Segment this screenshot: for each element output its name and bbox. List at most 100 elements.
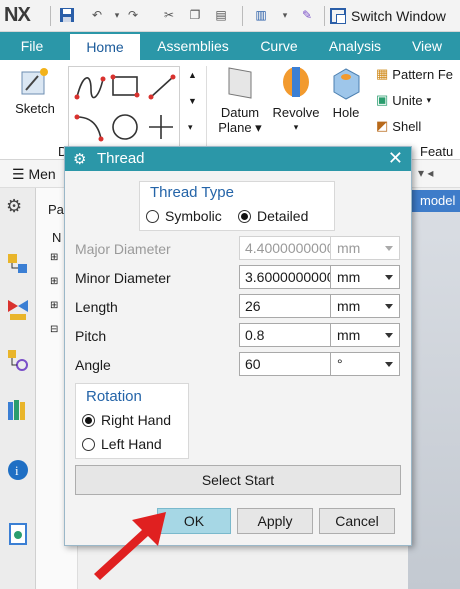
switch-window-icon [330,8,346,24]
sketch-label: Sketch [15,101,55,116]
dialog-title: Thread [97,150,145,167]
thread-dialog: ⚙ Thread ✕ Thread Type Symbolic Detailed… [64,146,412,546]
line-icon [148,74,176,100]
gallery-more-icon[interactable]: ▾ [188,122,193,133]
close-icon[interactable]: ✕ [388,148,403,169]
pattern-feature-button[interactable]: ▦ Pattern Fe [376,66,453,82]
separator [242,6,243,26]
major-diameter-input: 4.4000000000000 [239,236,331,260]
nx-logo: NX [4,4,31,26]
tab-home[interactable]: Home [70,34,140,62]
pitch-unit-select[interactable]: mm [330,323,400,347]
cut-icon[interactable]: ✂ [160,6,178,24]
redo-icon[interactable]: ↷ [124,6,142,24]
unite-button[interactable]: ▣ Unite ▾ [376,92,431,108]
part-navigator-icon[interactable] [6,348,30,372]
unite-dropdown-icon[interactable]: ▾ [427,95,432,106]
copy-icon[interactable]: ❐ [186,6,204,24]
gallery-scroll-up-icon[interactable]: ▲ [188,70,197,80]
point-icon [149,115,173,139]
hole-icon [333,68,360,100]
undo-icon[interactable]: ↶ [88,6,106,24]
symbolic-radio[interactable]: Symbolic [146,208,222,224]
graphics-window[interactable] [408,212,460,589]
major-diameter-unit-select: mm [330,236,400,260]
dialog-title-bar[interactable]: ⚙ Thread ✕ [65,147,411,171]
length-label: Length [75,299,118,315]
angle-input[interactable]: 60 [239,352,331,376]
right-hand-radio[interactable]: Right Hand [82,412,171,428]
shell-icon: ◩ [376,118,389,133]
menu-button[interactable]: ☰ Men [12,166,56,183]
cancel-button[interactable]: Cancel [319,508,395,534]
revolve-dropdown-icon[interactable]: ▾ [270,120,322,135]
left-hand-radio-dot [82,437,95,451]
rotation-title: Rotation [86,388,142,405]
unite-icon: ▣ [376,92,389,107]
switch-window-button[interactable]: Switch Window [330,4,446,28]
angle-unit: ° [337,356,343,372]
tab-assemblies[interactable]: Assemblies [146,32,240,60]
length-unit-select[interactable]: mm [330,294,400,318]
hole-button[interactable]: Hole [326,64,366,120]
resource-bar-settings-icon[interactable]: ⚙ [6,196,30,220]
tree-expand-icon[interactable]: ⊞ [50,252,58,263]
chevron-down-icon [385,275,393,280]
left-hand-radio[interactable]: Left Hand [82,436,162,452]
detailed-radio[interactable]: Detailed [238,208,308,224]
dialog-settings-icon[interactable]: ⚙ [73,150,86,168]
tab-analysis[interactable]: Analysis [318,32,392,60]
unite-label: Unite [392,92,423,108]
chevron-down-icon [385,246,393,251]
svg-text:i: i [15,463,19,478]
reuse-library-icon[interactable] [6,398,30,422]
apply-button[interactable]: Apply [237,508,313,534]
ribbon-tab-bar: File Home Assemblies Curve Analysis View [0,32,460,62]
datum-plane-button[interactable]: Datum Plane ▾ [214,64,266,135]
minor-diameter-unit-select[interactable]: mm [330,265,400,289]
customize-dropdown-icon[interactable]: ▾ [276,6,294,24]
angle-label: Angle [75,357,111,373]
ribbon: Sketch ▲ ▼ ▾ D Datum Plane ▾ Revolve ▾ H… [0,60,460,160]
web-browser-icon[interactable]: i [6,458,30,482]
revolve-label: Revolve [272,105,320,120]
tree-collapse-icon[interactable]: ⊟ [50,324,58,335]
shell-label: Shell [392,118,422,134]
quick-tool-icon[interactable]: ✎ [298,6,316,24]
tab-curve[interactable]: Curve [248,32,310,60]
assembly-navigator-icon[interactable] [6,252,30,276]
thread-type-group: Thread Type Symbolic Detailed [139,181,335,231]
revolve-icon [283,67,309,97]
resource-bar: ⚙ i [0,188,36,589]
save-icon[interactable] [58,6,76,24]
minor-diameter-unit: mm [337,269,361,285]
model-tab[interactable]: model [408,190,460,212]
symbolic-label: Symbolic [165,208,222,224]
history-icon[interactable] [6,522,30,546]
shell-button[interactable]: ◩ Shell [376,118,421,134]
tree-expand-icon[interactable]: ⊞ [50,276,58,287]
angle-unit-select[interactable]: ° [330,352,400,376]
toolbar-more-icon[interactable]: ▾ ◂ [418,166,433,180]
tree-expand-icon[interactable]: ⊞ [50,300,58,311]
minor-diameter-input[interactable]: 3.6000000000000 [239,265,331,289]
tab-file[interactable]: File [0,32,64,60]
tab-view[interactable]: View [400,32,454,60]
arc-icon [74,114,104,142]
pitch-input[interactable]: 0.8 [239,323,331,347]
touch-mode-icon[interactable]: ▥ [252,6,270,24]
circle-icon [112,114,138,140]
thread-type-title: Thread Type [150,184,234,201]
length-input[interactable]: 26 [239,294,331,318]
pitch-label: Pitch [75,328,107,344]
gallery-scroll-down-icon[interactable]: ▼ [188,96,197,106]
rotation-group: Rotation Right Hand Left Hand [75,383,189,459]
navigator-title: Pa [48,202,64,217]
sketch-button[interactable]: Sketch [10,66,60,116]
pitch-unit: mm [337,327,361,343]
paste-icon[interactable]: ▤ [212,6,230,24]
revolve-button[interactable]: Revolve ▾ [270,64,322,135]
select-start-button[interactable]: Select Start [75,465,401,495]
constraint-navigator-icon[interactable] [6,298,30,322]
minor-diameter-label: Minor Diameter [75,270,171,286]
